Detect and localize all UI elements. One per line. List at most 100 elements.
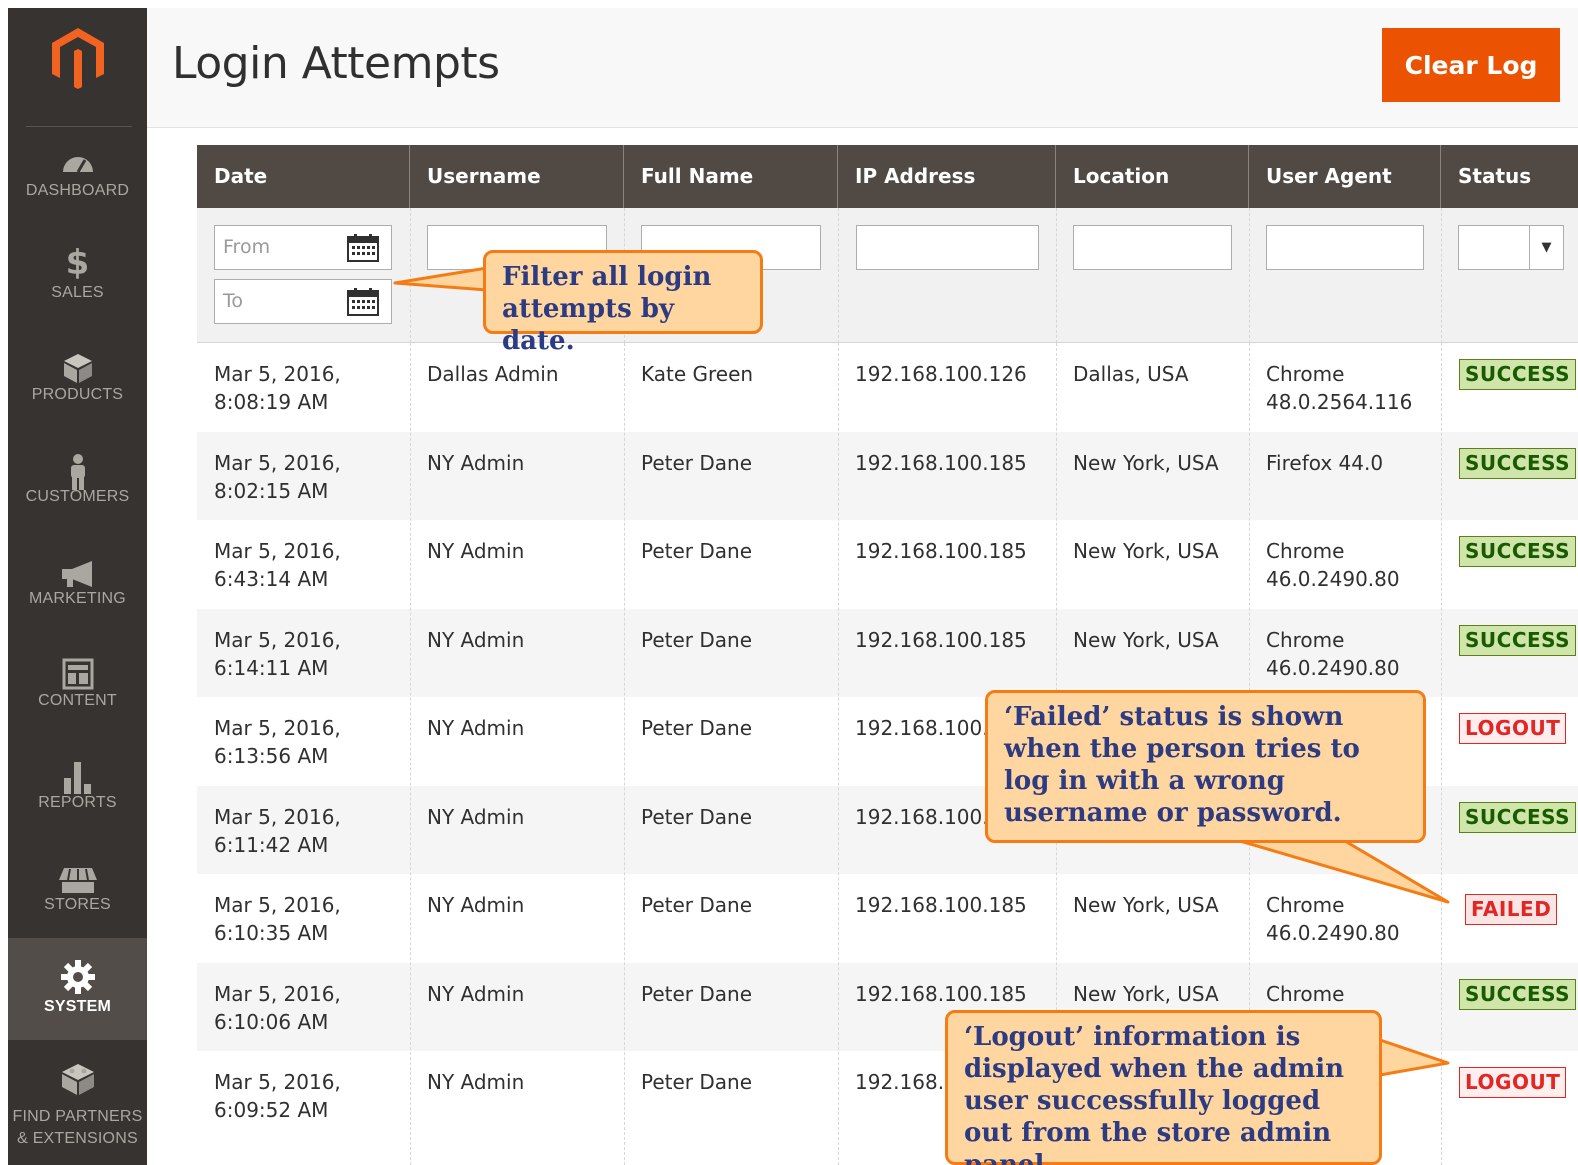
- layout-icon: [8, 658, 147, 690]
- column-divider: [1441, 343, 1442, 1165]
- date-cell-line: 6:11:42 AM: [214, 832, 329, 857]
- bar-chart-icon: [8, 760, 147, 794]
- sidebar-item-marketing[interactable]: MARKETING: [8, 546, 147, 648]
- column-header-location[interactable]: Location: [1056, 145, 1249, 208]
- logo-divider: [26, 126, 132, 127]
- username-cell: NY Admin: [410, 803, 624, 831]
- user-agent-filter-input[interactable]: [1266, 225, 1424, 270]
- sidebar-item-find-partners[interactable]: FIND PARTNERS & EXTENSIONS: [8, 1050, 147, 1165]
- location-cell-line: New York, USA: [1073, 539, 1219, 563]
- username-cell: NY Admin: [410, 449, 624, 477]
- date-cell-line: Mar 5, 2016,: [214, 893, 341, 917]
- full-name-cell-line: Peter Dane: [641, 804, 753, 829]
- location-cell: Dallas, USA: [1056, 360, 1249, 388]
- ip-address-cell: 192.168.100.126: [838, 360, 1056, 388]
- cube-icon: [8, 352, 147, 384]
- username-cell: NY Admin: [410, 714, 624, 742]
- sidebar-item-reports[interactable]: REPORTS: [8, 750, 147, 852]
- page-title: Login Attempts: [172, 38, 500, 89]
- date-cell-line: 6:09:52 AM: [214, 1098, 329, 1122]
- calendar-icon[interactable]: [347, 288, 379, 316]
- date-to-input[interactable]: To: [214, 279, 392, 324]
- location-cell-line: New York, USA: [1073, 893, 1219, 917]
- date-to-placeholder: To: [223, 290, 244, 312]
- full-name-cell: Peter Dane: [624, 626, 838, 654]
- column-header-date[interactable]: Date: [197, 145, 410, 208]
- user-agent-cell: Chrome 46.0.2490.80: [1249, 891, 1441, 947]
- column-divider: [1441, 208, 1442, 343]
- column-divider: [624, 343, 625, 1165]
- ip-address-cell: 192.168.100.185: [838, 980, 1056, 1008]
- magento-logo[interactable]: [8, 8, 147, 126]
- user-agent-cell-line: Chrome: [1266, 362, 1345, 386]
- status-badge: LOGOUT: [1459, 713, 1567, 744]
- table-row[interactable]: Mar 5, 2016, 6:14:11 AM NY Admin Peter Dane…: [197, 608, 1578, 697]
- username-cell: NY Admin: [410, 626, 624, 654]
- column-header-full-name[interactable]: Full Name: [624, 145, 838, 208]
- ip-address-filter-input[interactable]: [856, 225, 1039, 270]
- location-filter-input[interactable]: [1073, 225, 1232, 270]
- sidebar-item-dashboard[interactable]: DASHBOARD: [8, 138, 147, 240]
- blocks-icon: [8, 1062, 147, 1096]
- date-cell-line: Mar 5, 2016,: [214, 1070, 341, 1094]
- sidebar-item-system[interactable]: SYSTEM: [8, 938, 147, 1040]
- location-cell-line: New York, USA: [1073, 450, 1219, 475]
- person-icon: [8, 454, 147, 490]
- full-name-cell-line: Peter Dane: [641, 716, 753, 740]
- status-badge: SUCCESS: [1459, 359, 1577, 390]
- clear-log-button[interactable]: Clear Log: [1382, 28, 1560, 102]
- date-cell-line: 6:14:11 AM: [214, 655, 329, 680]
- date-cell-line: 6:13:56 AM: [214, 744, 329, 768]
- date-cell-line: 6:43:14 AM: [214, 567, 329, 591]
- user-agent-cell: Chrome 46.0.2490.80: [1249, 537, 1441, 593]
- full-name-cell: Peter Dane: [624, 891, 838, 919]
- status-badge: SUCCESS: [1459, 624, 1577, 656]
- calendar-icon[interactable]: [347, 234, 379, 262]
- date-cell: Mar 5, 2016, 6:11:42 AM: [197, 803, 410, 859]
- sidebar-item-products[interactable]: PRODUCTS: [8, 342, 147, 444]
- full-name-cell-line: Peter Dane: [641, 981, 753, 1006]
- user-agent-cell: Firefox 44.0: [1249, 449, 1441, 477]
- column-header-ip-address[interactable]: IP Address: [838, 145, 1056, 208]
- ip-address-cell: 192.168.100.185: [838, 537, 1056, 565]
- full-name-cell: Peter Dane: [624, 980, 838, 1008]
- full-name-cell-line: Peter Dane: [641, 450, 753, 475]
- user-agent-cell-line: Firefox 44.0: [1266, 450, 1384, 475]
- full-name-cell: Peter Dane: [624, 1068, 838, 1096]
- date-cell: Mar 5, 2016, 6:14:11 AM: [197, 626, 410, 682]
- ip-address-cell-line: 192.168.100.185: [855, 450, 1027, 475]
- username-cell-line: NY Admin: [427, 627, 525, 652]
- sidebar-item-content[interactable]: CONTENT: [8, 648, 147, 750]
- table-row[interactable]: Mar 5, 2016, 8:02:15 AM NY Admin Peter Dane…: [197, 431, 1578, 520]
- dollar-icon: $: [65, 243, 90, 283]
- user-agent-cell-line: Chrome: [1266, 893, 1345, 917]
- sidebar-item-sales[interactable]: $ SALES: [8, 240, 147, 342]
- username-cell: NY Admin: [410, 891, 624, 919]
- column-header-user-agent[interactable]: User Agent: [1249, 145, 1441, 208]
- date-cell: Mar 5, 2016, 6:43:14 AM: [197, 537, 410, 593]
- table-row[interactable]: Mar 5, 2016, 8:08:19 AM Dallas Admin Kate G…: [197, 343, 1578, 431]
- column-divider: [410, 208, 411, 343]
- filter-row: From To ▼: [197, 208, 1578, 343]
- date-cell-line: Mar 5, 2016,: [214, 450, 341, 475]
- sidebar-item-customers[interactable]: CUSTOMERS: [8, 444, 147, 546]
- chevron-down-icon: ▼: [1529, 226, 1563, 269]
- callout-logout-status: ‘Logout’ information is displayed when t…: [945, 1010, 1382, 1165]
- gear-icon: [8, 960, 147, 994]
- column-header-username[interactable]: Username: [410, 145, 624, 208]
- column-header-status[interactable]: Status: [1441, 145, 1578, 208]
- status-filter-select[interactable]: ▼: [1458, 225, 1564, 270]
- date-from-input[interactable]: From: [214, 225, 392, 270]
- date-cell-line: Mar 5, 2016,: [214, 627, 341, 652]
- date-cell-line: Mar 5, 2016,: [214, 716, 341, 740]
- ip-address-cell-line: 192.168.100.185: [855, 893, 1027, 917]
- table-row[interactable]: Mar 5, 2016, 6:43:14 AM NY Admin Peter Dane…: [197, 520, 1578, 608]
- username-cell-line: NY Admin: [427, 539, 525, 563]
- table-row[interactable]: Mar 5, 2016, 6:10:35 AM NY Admin Peter Dane…: [197, 874, 1578, 962]
- date-cell: Mar 5, 2016, 6:10:35 AM: [197, 891, 410, 947]
- user-agent-cell-line: 48.0.2564.116: [1266, 390, 1413, 414]
- location-cell: New York, USA: [1056, 891, 1249, 919]
- date-cell-line: 8:02:15 AM: [214, 478, 329, 503]
- full-name-cell: Peter Dane: [624, 537, 838, 565]
- status-badge: SUCCESS: [1459, 801, 1577, 833]
